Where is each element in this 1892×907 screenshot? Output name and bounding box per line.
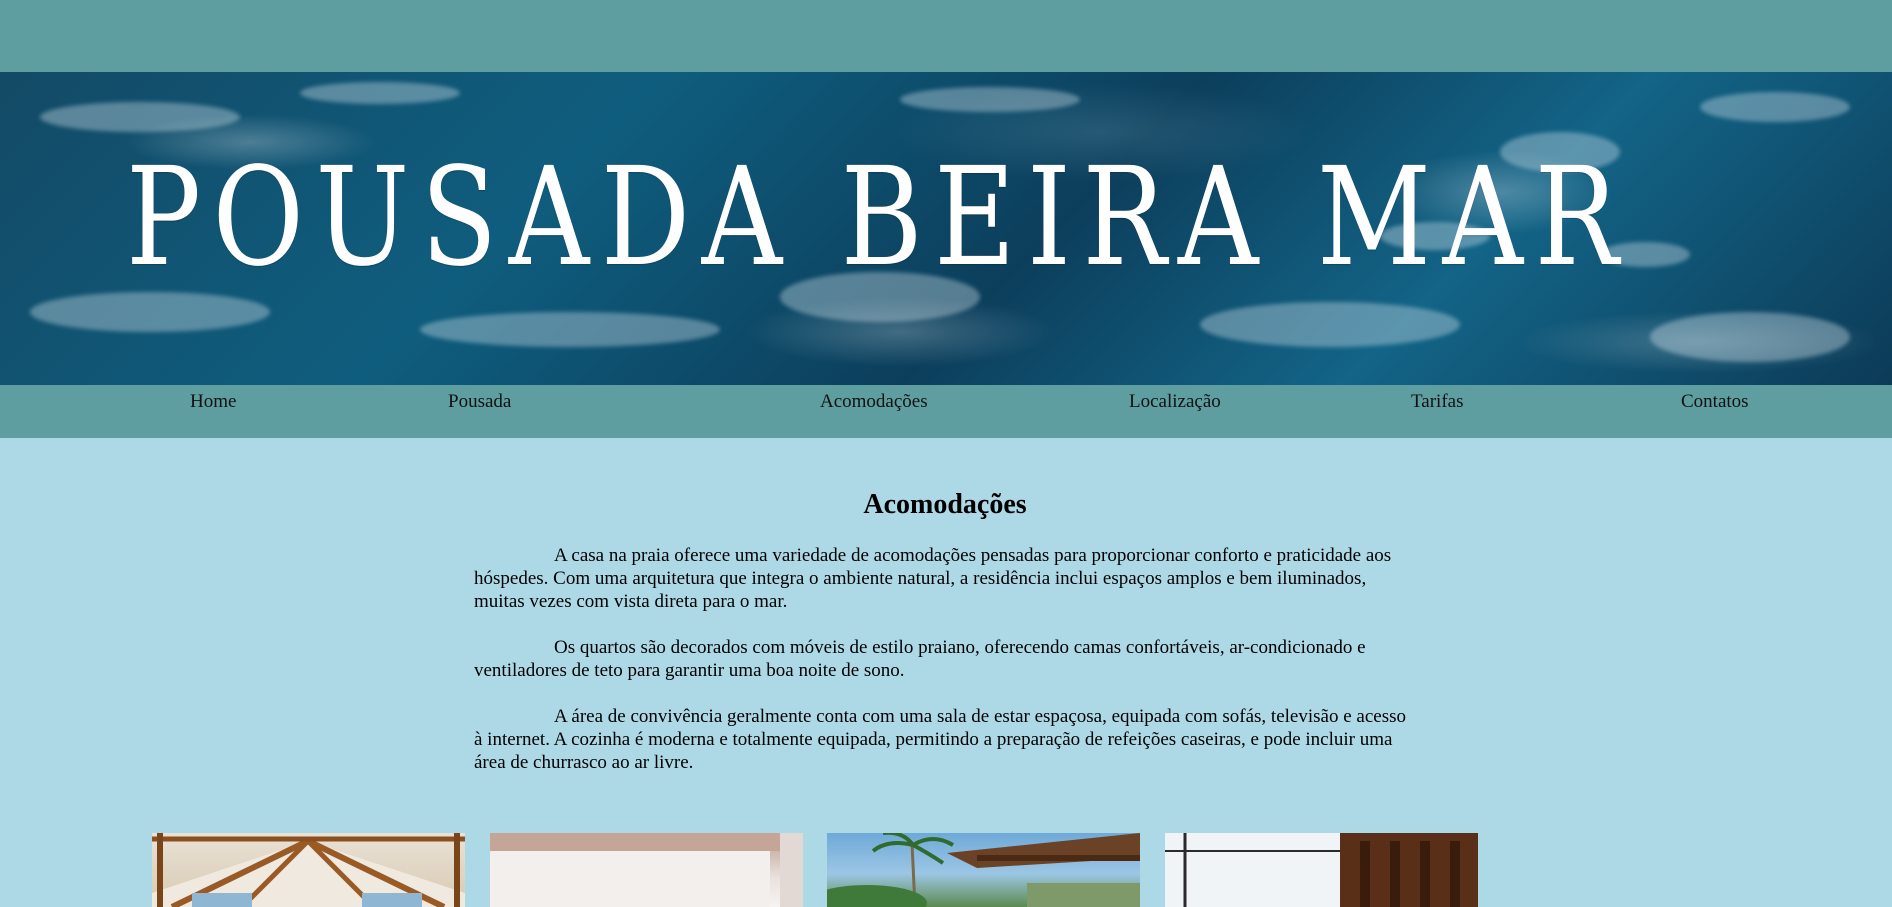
photo-deck[interactable] [827, 833, 1140, 907]
paragraph-common-area: A área de convivência geralmente conta c… [474, 706, 1406, 773]
nav-acomodacoes[interactable]: Acomodações [820, 385, 928, 419]
main-nav: Home Pousada Acomodações Localização Tar… [0, 385, 1892, 438]
photo-living-room-graphic [1165, 833, 1478, 907]
nav-localizacao[interactable]: Localização [1129, 385, 1221, 419]
nav-pousada[interactable]: Pousada [448, 385, 511, 419]
photo-living-room[interactable] [1165, 833, 1478, 907]
nav-contatos[interactable]: Contatos [1681, 385, 1749, 419]
top-band [0, 0, 1892, 72]
nav-tarifas[interactable]: Tarifas [1411, 385, 1463, 419]
photo-deck-graphic [827, 833, 1140, 907]
main-content: Acomodações A casa na praia oferece uma … [474, 488, 1416, 797]
photo-suite-graphic [490, 833, 803, 907]
photo-bedroom[interactable] [152, 833, 465, 907]
page-title: Acomodações [863, 489, 1027, 520]
photo-bedroom-graphic [152, 833, 465, 907]
site-logo-title: POUSADA BEIRA MAR [126, 139, 1630, 297]
nav-home[interactable]: Home [190, 385, 236, 419]
photo-suite[interactable] [490, 833, 803, 907]
paragraph-intro: A casa na praia oferece uma variedade de… [474, 545, 1392, 612]
header-banner: POUSADA BEIRA MAR [0, 72, 1892, 385]
paragraph-rooms: Os quartos são decorados com móveis de e… [474, 637, 1366, 681]
